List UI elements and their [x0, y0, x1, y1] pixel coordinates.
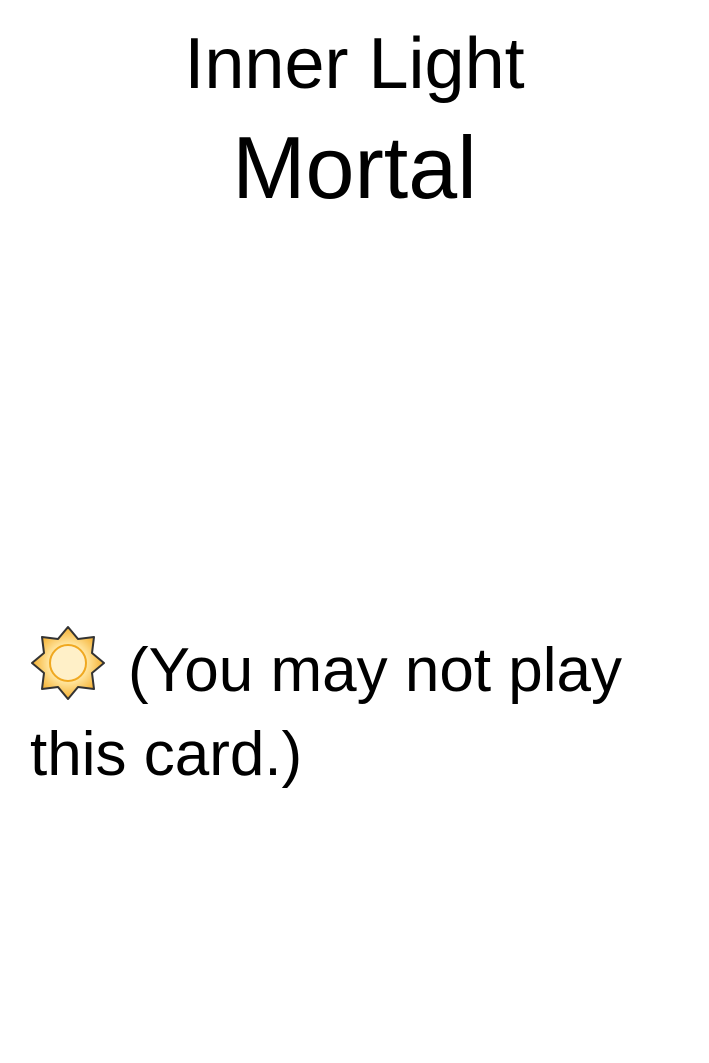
card-name: Inner Light	[184, 24, 525, 104]
card-type: Mortal	[232, 118, 477, 217]
rules-text: (You may not play this card.)	[30, 636, 623, 789]
rules-text-box: (You may not play this card.)	[30, 625, 690, 797]
card: Inner Light Mortal (You may not play thi…	[0, 0, 709, 1063]
sun-icon	[30, 625, 106, 701]
